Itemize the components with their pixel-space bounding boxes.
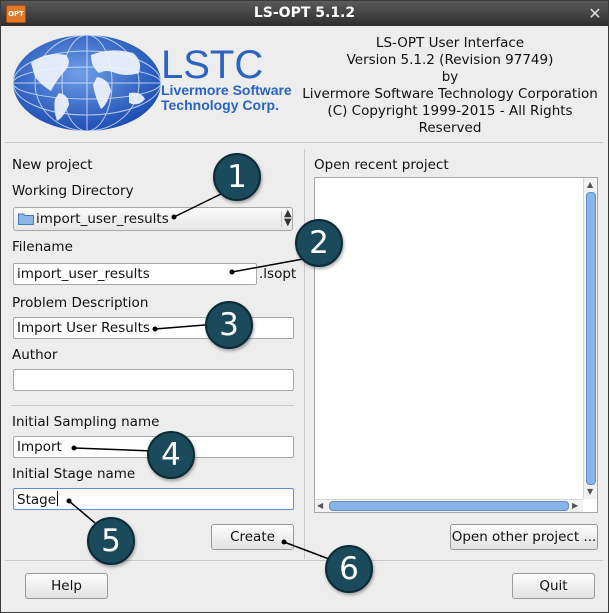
callout-1: 1 xyxy=(213,153,261,201)
callout-2: 2 xyxy=(295,219,343,267)
callout-6: 6 xyxy=(325,545,373,593)
main-window: OPT LS-OPT 5.1.2 ✕ LSTC Livermore Softwa… xyxy=(0,0,609,613)
callout-5: 5 xyxy=(87,517,135,565)
callout-4: 4 xyxy=(147,431,195,479)
callout-3: 3 xyxy=(205,301,253,349)
callout-pointer-lines xyxy=(66,192,330,560)
